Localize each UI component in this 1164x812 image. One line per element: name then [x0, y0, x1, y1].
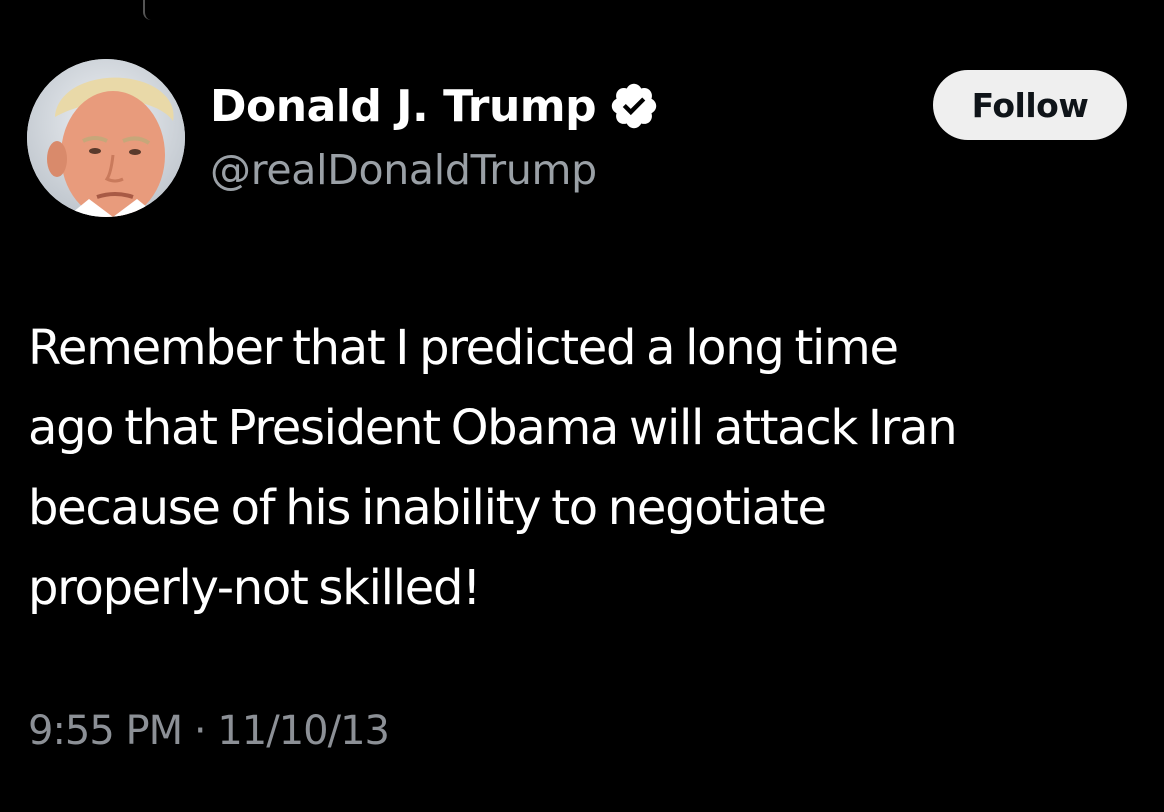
- author-name-row: Donald J. Trump: [210, 78, 660, 134]
- tweet-text: Remember that I predicted a long time ag…: [28, 320, 958, 616]
- follow-button[interactable]: Follow: [933, 70, 1127, 140]
- verified-badge-icon: [608, 80, 660, 132]
- tweet-time: 9:55 PM: [28, 708, 183, 754]
- author-display-name[interactable]: Donald J. Trump: [210, 81, 597, 132]
- tweet-timestamp[interactable]: 9:55 PM · 11/10/13: [28, 708, 390, 754]
- author-handle[interactable]: @realDonaldTrump: [210, 146, 660, 194]
- meta-separator: ·: [193, 708, 207, 754]
- author-avatar[interactable]: [27, 59, 185, 217]
- tweet-header: Donald J. Trump @realDonaldTrump Follow: [0, 0, 1164, 240]
- tweet-date: 11/10/13: [217, 708, 390, 754]
- author-info: Donald J. Trump @realDonaldTrump: [210, 78, 660, 194]
